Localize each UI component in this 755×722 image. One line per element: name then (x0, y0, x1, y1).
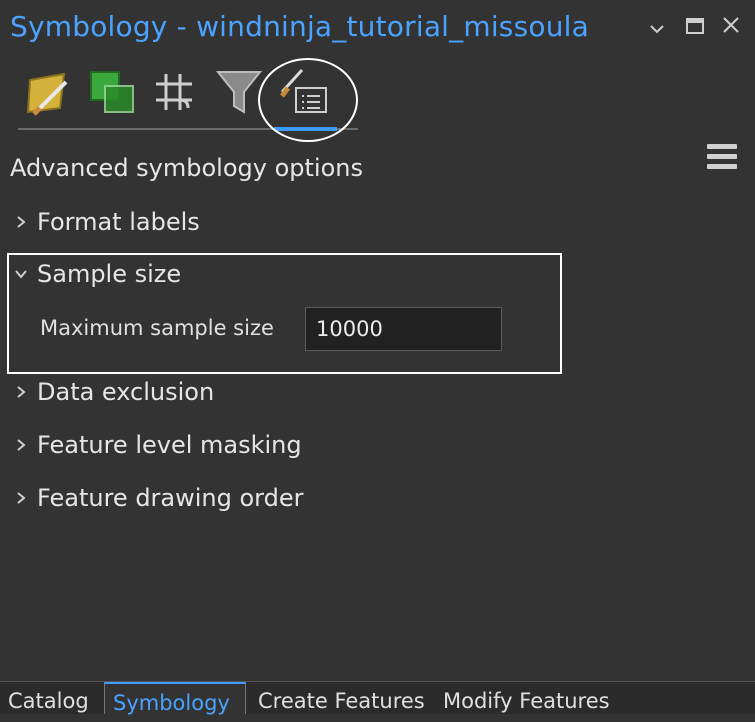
menu-icon[interactable] (707, 144, 737, 172)
group-feature-level-masking[interactable]: Feature level masking (10, 428, 302, 462)
filter-icon[interactable] (214, 66, 264, 120)
chevron-right-icon (10, 385, 32, 399)
tab-modify-features[interactable]: Modify Features (435, 682, 618, 714)
focus-highlight-circle (258, 58, 358, 142)
close-icon[interactable] (714, 10, 748, 46)
vary-symbology-icon[interactable] (88, 66, 138, 120)
group-label: Sample size (37, 260, 182, 288)
group-label: Feature drawing order (37, 484, 304, 512)
chevron-right-icon (10, 438, 32, 452)
group-label: Format labels (37, 208, 200, 236)
symbology-toolbar (0, 62, 755, 169)
chevron-right-icon (10, 491, 32, 505)
symbol-layer-drawing-icon[interactable] (152, 66, 202, 120)
chevron-right-icon (10, 215, 32, 229)
bottom-tab-bar: Catalog Symbology Create Features Modify… (0, 681, 755, 715)
max-sample-size-input[interactable]: 10000 (305, 307, 502, 351)
chevron-down-icon (10, 269, 32, 279)
group-label: Feature level masking (37, 431, 302, 459)
maximize-icon[interactable] (678, 10, 712, 46)
tab-create-features[interactable]: Create Features (250, 682, 433, 714)
group-sample-size[interactable]: Sample size (10, 257, 181, 291)
section-title: Advanced symbology options (10, 154, 363, 182)
group-feature-drawing-order[interactable]: Feature drawing order (10, 481, 304, 515)
primary-symbology-icon[interactable] (24, 66, 74, 120)
max-sample-size-label: Maximum sample size (40, 316, 274, 340)
title-bar: Symbology - windninja_tutorial_missoula (0, 0, 755, 60)
group-label: Data exclusion (37, 378, 215, 406)
pane-title: Symbology - windninja_tutorial_missoula (10, 10, 589, 43)
chevron-down-icon[interactable] (640, 10, 674, 46)
tab-catalog[interactable]: Catalog (0, 682, 97, 714)
group-data-exclusion[interactable]: Data exclusion (10, 375, 214, 409)
group-format-labels[interactable]: Format labels (10, 205, 200, 239)
tab-symbology[interactable]: Symbology (104, 682, 246, 715)
